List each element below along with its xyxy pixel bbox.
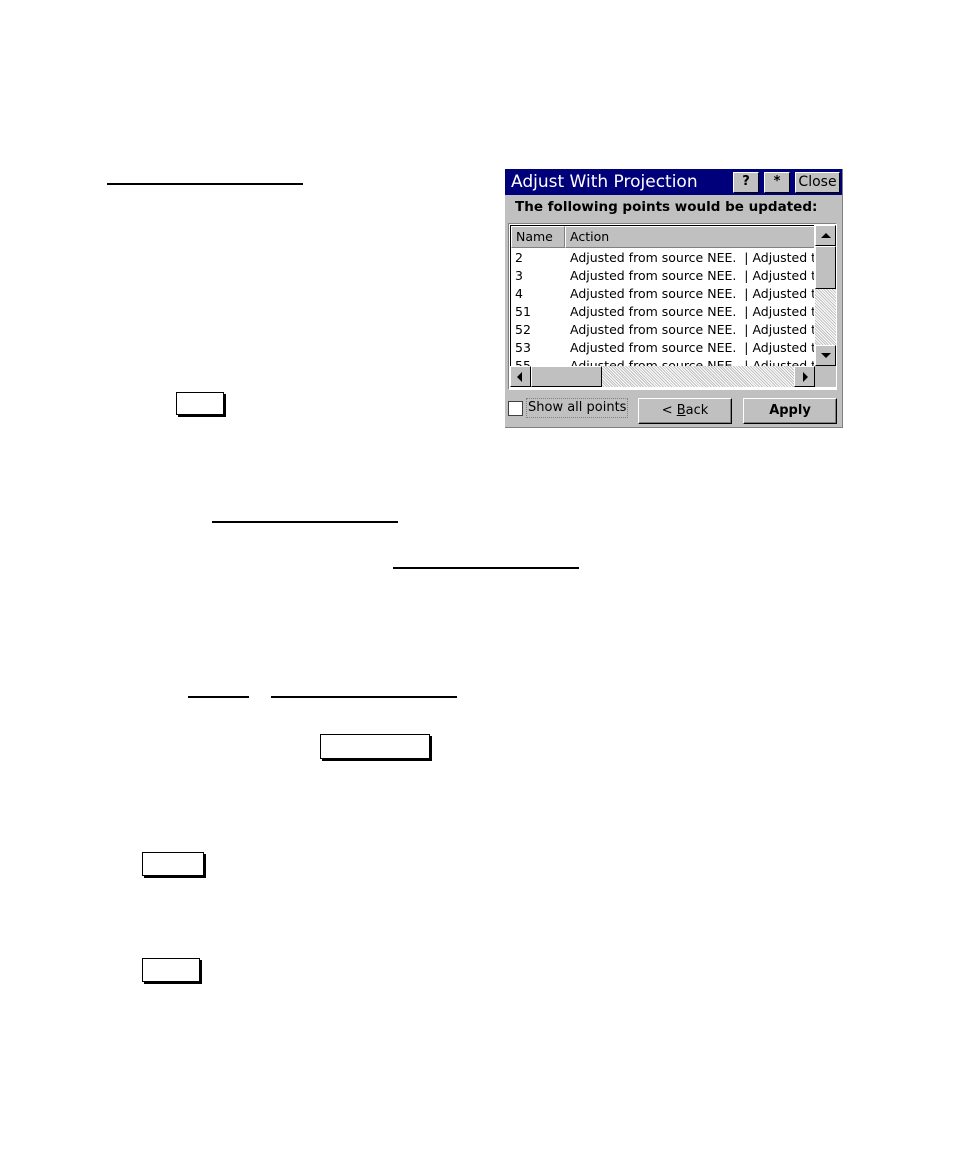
point-action: Adjusted from source NEE. | Adjusted to — [570, 358, 814, 366]
list-row[interactable]: 52 Adjusted from source NEE. | Adjusted t… — [511, 321, 814, 339]
show-all-points-checkbox[interactable] — [508, 401, 523, 416]
dialog-title: Adjust With Projection — [511, 172, 698, 192]
horizontal-scroll-thumb[interactable] — [531, 366, 602, 387]
point-name: 52 — [515, 322, 531, 337]
column-header-action[interactable]: Action — [565, 226, 814, 248]
help-button[interactable]: ? — [733, 172, 759, 193]
point-action: Adjusted from source NEE. | Adjusted to — [570, 340, 814, 355]
close-button[interactable]: Close — [795, 172, 840, 193]
list-row[interactable]: 55 Adjusted from source NEE. | Adjusted t… — [511, 357, 814, 366]
point-action: Adjusted from source NEE. | Adjusted to — [570, 322, 814, 337]
apply-button[interactable]: Apply — [743, 398, 837, 424]
arrow-down-icon — [821, 353, 831, 358]
blank-line-1 — [107, 183, 303, 185]
list-row[interactable]: 51 Adjusted from source NEE. | Adjusted t… — [511, 303, 814, 321]
back-button-prefix: < — [661, 403, 677, 418]
star-button[interactable]: * — [764, 172, 790, 193]
column-header-name[interactable]: Name — [511, 226, 565, 248]
scrollbar-corner — [815, 366, 836, 387]
title-bar: Adjust With Projection ? * Close — [505, 169, 842, 195]
list-row[interactable]: 2 Adjusted from source NEE. | Adjusted to — [511, 249, 814, 267]
horizontal-scrollbar[interactable] — [510, 366, 815, 387]
list-header: Name Action — [511, 226, 814, 248]
show-all-points-label[interactable]: Show all points — [526, 398, 629, 418]
empty-box-1 — [176, 392, 224, 415]
arrow-left-icon — [517, 372, 522, 382]
blank-line-2 — [212, 521, 398, 523]
blank-line-4 — [188, 696, 249, 698]
empty-box-4 — [142, 958, 200, 982]
arrow-right-icon — [803, 372, 808, 382]
list-row[interactable]: 53 Adjusted from source NEE. | Adjusted t… — [511, 339, 814, 357]
back-button-accel: B — [676, 403, 686, 418]
point-action: Adjusted from source NEE. | Adjusted to — [570, 268, 814, 283]
dialog-subtitle: The following points would be updated: — [515, 199, 818, 215]
scroll-right-button[interactable] — [794, 366, 815, 387]
points-list[interactable]: Name Action 2 Adjusted from source NEE. |… — [508, 223, 837, 390]
scroll-left-button[interactable] — [510, 366, 531, 387]
point-action: Adjusted from source NEE. | Adjusted to — [570, 304, 814, 319]
list-row[interactable]: 3 Adjusted from source NEE. | Adjusted to — [511, 267, 814, 285]
empty-box-3 — [142, 852, 204, 876]
point-name: 2 — [515, 250, 523, 265]
vertical-scrollbar[interactable] — [815, 225, 836, 366]
point-name: 3 — [515, 268, 523, 283]
point-name: 55 — [515, 358, 531, 366]
list-row[interactable]: 4 Adjusted from source NEE. | Adjusted to — [511, 285, 814, 303]
blank-line-3 — [393, 567, 579, 569]
point-action: Adjusted from source NEE. | Adjusted to — [570, 250, 814, 265]
adjust-with-projection-dialog: Adjust With Projection ? * Close The fol… — [505, 169, 843, 428]
point-name: 4 — [515, 286, 523, 301]
scroll-down-button[interactable] — [815, 345, 836, 366]
point-name: 53 — [515, 340, 531, 355]
blank-line-5 — [271, 696, 457, 698]
arrow-up-icon — [821, 233, 831, 238]
back-button[interactable]: < Back — [638, 398, 732, 424]
empty-box-2 — [320, 734, 430, 759]
point-action: Adjusted from source NEE. | Adjusted to — [570, 286, 814, 301]
back-button-rest: ack — [685, 403, 709, 418]
scroll-up-button[interactable] — [815, 225, 836, 246]
point-name: 51 — [515, 304, 531, 319]
points-list-viewport: Name Action 2 Adjusted from source NEE. |… — [510, 225, 814, 366]
vertical-scroll-thumb[interactable] — [815, 246, 836, 289]
